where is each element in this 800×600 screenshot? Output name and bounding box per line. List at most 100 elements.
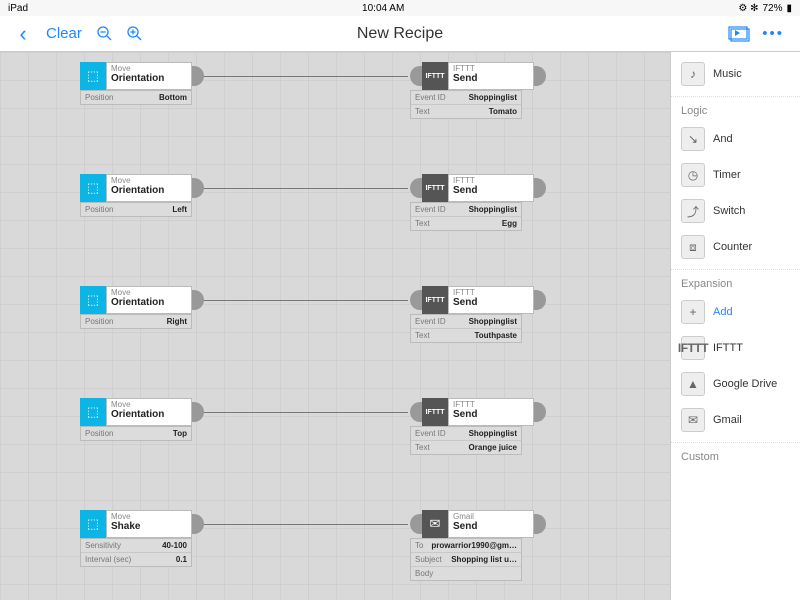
param-row[interactable]: Event IDShoppinglist — [411, 427, 521, 441]
block-params[interactable]: Toprowarrior1990@gm…SubjectShopping list… — [410, 538, 522, 581]
param-row[interactable]: Event IDShoppinglist — [411, 315, 521, 329]
param-key: Interval (sec) — [85, 555, 131, 564]
sidebar-item[interactable]: + Add — [671, 294, 800, 330]
output-port[interactable] — [192, 178, 204, 198]
param-value: Orange juice — [469, 443, 517, 452]
output-port[interactable] — [534, 290, 546, 310]
param-value: Left — [172, 205, 187, 214]
sidebar-item[interactable]: ⤴Switch — [671, 193, 800, 229]
clear-button[interactable]: Clear — [38, 25, 90, 42]
connection-wire — [204, 76, 408, 77]
output-port[interactable] — [192, 66, 204, 86]
param-key: Event ID — [415, 317, 446, 326]
output-port[interactable] — [534, 402, 546, 422]
param-row[interactable]: Event IDShoppinglist — [411, 91, 521, 105]
sidebar-item[interactable]: IFTTT IFTTT — [671, 330, 800, 366]
block-params[interactable]: Event IDShoppinglistTextTouthpaste — [410, 314, 522, 343]
sidebar-item[interactable]: ▲Google Drive — [671, 366, 800, 402]
input-port[interactable] — [410, 178, 422, 198]
block-title: Send — [453, 185, 529, 196]
back-button[interactable]: ‹ — [12, 23, 34, 45]
block-title: Send — [453, 521, 529, 532]
input-port[interactable] — [410, 290, 422, 310]
param-row[interactable]: Position Bottom — [81, 91, 191, 104]
sidebar-header-custom: Custom — [671, 442, 800, 467]
param-row[interactable]: Toprowarrior1990@gm… — [411, 539, 521, 553]
move-icon: ⬚ — [80, 174, 106, 202]
block-params[interactable]: Event IDShoppinglistTextTomato — [410, 90, 522, 119]
output-port[interactable] — [534, 178, 546, 198]
param-row[interactable]: TextTouthpaste — [411, 329, 521, 342]
block-header: MoveOrientation — [106, 286, 192, 314]
preview-icon[interactable] — [728, 23, 750, 45]
param-value: 40-100 — [162, 541, 187, 550]
input-port[interactable] — [410, 402, 422, 422]
block-title: Send — [453, 297, 529, 308]
sidebar-label: IFTTT — [713, 342, 743, 354]
param-key: Body — [415, 569, 433, 578]
param-row[interactable]: Event IDShoppinglist — [411, 203, 521, 217]
param-row[interactable]: Position Left — [81, 203, 191, 216]
param-key: Sensitivity — [85, 541, 121, 550]
block-params[interactable]: Position Left — [80, 202, 192, 217]
more-button[interactable]: ••• — [754, 25, 792, 42]
block-params[interactable]: PositionTop — [80, 426, 192, 441]
sidebar-item[interactable]: ↘And — [671, 121, 800, 157]
output-port[interactable] — [192, 402, 204, 422]
sidebar: ♪Music Logic ↘And◷Timer⤴Switch⧈Counter E… — [670, 52, 800, 600]
status-bar: iPad 10:04 AM ⚙ ✻ 72% ▮ — [0, 0, 800, 16]
param-key: Text — [415, 107, 430, 116]
param-row[interactable]: PositionTop — [81, 427, 191, 440]
param-row[interactable]: TextOrange juice — [411, 441, 521, 454]
sidebar-icon: IFTTT — [681, 336, 705, 360]
sidebar-icon: ▲ — [681, 372, 705, 396]
block-title: Shake — [111, 521, 187, 532]
sidebar-item[interactable]: ◷Timer — [671, 157, 800, 193]
param-value: Top — [173, 429, 187, 438]
canvas[interactable]: ⬚MoveOrientationPositionBottomIFTTTIFTTT… — [0, 52, 670, 600]
ifttt-icon: IFTTT — [422, 62, 448, 90]
output-port[interactable] — [192, 514, 204, 534]
block-header: MoveOrientation — [106, 174, 192, 202]
input-port[interactable] — [410, 66, 422, 86]
sidebar-item[interactable]: ✉Gmail — [671, 402, 800, 438]
output-port[interactable] — [534, 66, 546, 86]
sidebar-label: And — [713, 133, 733, 145]
block-subtitle: Move — [111, 64, 187, 73]
output-port[interactable] — [534, 514, 546, 534]
output-port[interactable] — [192, 290, 204, 310]
sidebar-icon: + — [681, 300, 705, 324]
ifttt-icon: IFTTT — [422, 398, 448, 426]
param-key: Text — [415, 219, 430, 228]
param-row[interactable]: TextEgg — [411, 217, 521, 230]
param-key: Position — [85, 93, 113, 102]
param-row[interactable]: SubjectShopping list u… — [411, 553, 521, 567]
block-params[interactable]: Sensitivity 40-100 Interval (sec)0.1 — [80, 538, 192, 567]
block-params[interactable]: Event IDShoppinglistTextEgg — [410, 202, 522, 231]
sidebar-item[interactable]: ♪Music — [671, 56, 800, 92]
sidebar-label: Add — [713, 306, 733, 318]
sidebar-label: Gmail — [713, 414, 742, 426]
block-subtitle: Gmail — [453, 512, 529, 521]
block-params[interactable]: Event IDShoppinglistTextOrange juice — [410, 426, 522, 455]
param-row[interactable]: TextTomato — [411, 105, 521, 118]
param-row[interactable]: Body — [411, 567, 521, 580]
sidebar-label: Music — [713, 68, 742, 80]
block-header: IFTTTSend — [448, 398, 534, 426]
block-header: IFTTTSend — [448, 286, 534, 314]
sidebar-item[interactable]: ⧈Counter — [671, 229, 800, 265]
input-port[interactable] — [410, 514, 422, 534]
zoom-out-icon[interactable] — [94, 23, 116, 45]
block-header: IFTTTSend — [448, 62, 534, 90]
param-value: Bottom — [159, 93, 187, 102]
param-key: Position — [85, 205, 113, 214]
block-params[interactable]: PositionRight — [80, 314, 192, 329]
zoom-in-icon[interactable] — [124, 23, 146, 45]
param-row[interactable]: Sensitivity 40-100 — [81, 539, 191, 553]
block-params[interactable]: Position Bottom — [80, 90, 192, 105]
block-subtitle: IFTTT — [453, 288, 529, 297]
move-icon: ⬚ — [80, 398, 106, 426]
connection-wire — [204, 412, 408, 413]
param-row[interactable]: PositionRight — [81, 315, 191, 328]
param-row[interactable]: Interval (sec)0.1 — [81, 553, 191, 566]
